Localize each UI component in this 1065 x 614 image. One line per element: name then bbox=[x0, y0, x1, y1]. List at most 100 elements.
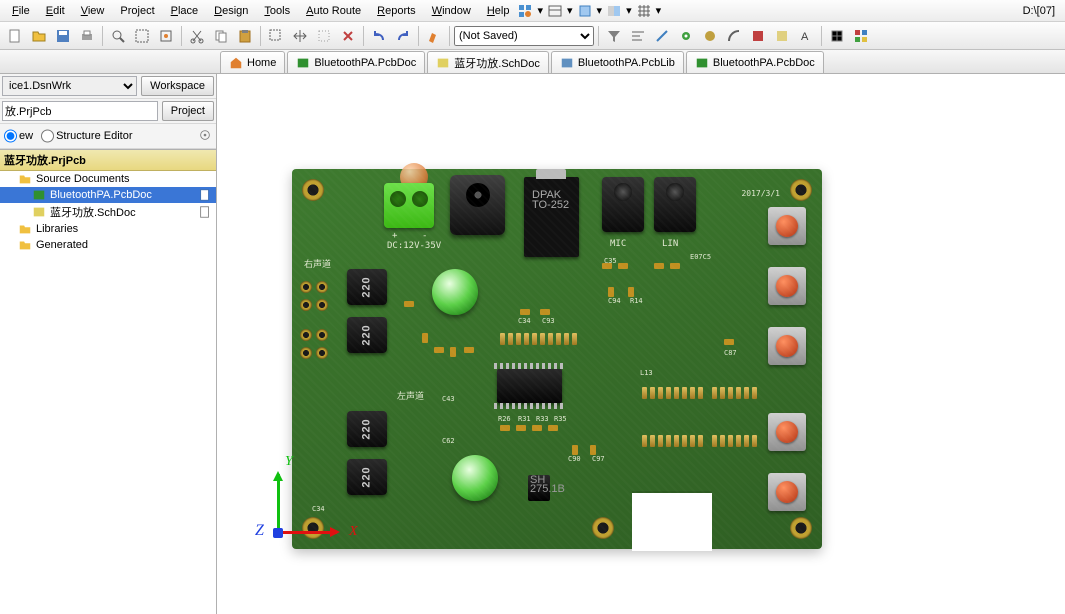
th-pad bbox=[300, 299, 312, 311]
audio-jack-mic bbox=[602, 177, 644, 232]
smd-component bbox=[654, 263, 664, 269]
radio-file-view[interactable]: ew bbox=[4, 126, 33, 146]
menu-view[interactable]: View bbox=[73, 3, 113, 19]
tab-home[interactable]: Home bbox=[220, 51, 285, 73]
menu-extra-icon-3[interactable] bbox=[577, 3, 593, 19]
redo-button[interactable] bbox=[392, 25, 414, 47]
voltage-regulator: DPAKTO-252 bbox=[524, 177, 579, 257]
tab-pcblib[interactable]: BluetoothPA.PcbLib bbox=[551, 51, 684, 73]
place-pad-button[interactable] bbox=[699, 25, 721, 47]
filter-button[interactable] bbox=[603, 25, 625, 47]
deselect-button[interactable] bbox=[313, 25, 335, 47]
save-button[interactable] bbox=[52, 25, 74, 47]
silk-right-channel: 右声道 bbox=[304, 257, 331, 270]
smd-component bbox=[422, 333, 428, 343]
smd-component bbox=[724, 339, 734, 345]
main-toolbar: (Not Saved) A bbox=[0, 22, 1065, 50]
project-field[interactable] bbox=[2, 101, 158, 121]
place-arc-button[interactable] bbox=[723, 25, 745, 47]
silk-plus: + bbox=[392, 231, 397, 241]
smd-component bbox=[450, 347, 456, 357]
new-button[interactable] bbox=[4, 25, 26, 47]
tree-libraries[interactable]: Libraries bbox=[0, 221, 216, 237]
project-button[interactable]: Project bbox=[162, 101, 214, 121]
silk-c87: C87 bbox=[724, 349, 737, 357]
module-pads bbox=[642, 435, 703, 447]
tree-project-header[interactable]: 蓝牙功放.PrjPcb bbox=[0, 150, 216, 171]
board-notch bbox=[632, 491, 712, 551]
panel-options-icon[interactable] bbox=[198, 133, 212, 145]
undo-button[interactable] bbox=[368, 25, 390, 47]
menu-edit[interactable]: Edit bbox=[38, 3, 73, 19]
tab-pcbdoc-2[interactable]: BluetoothPA.PcbDoc bbox=[686, 51, 824, 73]
smd-component bbox=[670, 263, 680, 269]
th-pad bbox=[300, 281, 312, 293]
smd-component bbox=[572, 445, 578, 455]
silk-minus: - bbox=[422, 231, 427, 241]
menu-tools[interactable]: Tools bbox=[256, 3, 298, 19]
grid-button[interactable] bbox=[826, 25, 848, 47]
print-button[interactable] bbox=[76, 25, 98, 47]
smd-component bbox=[602, 263, 612, 269]
menu-reports[interactable]: Reports bbox=[369, 3, 424, 19]
th-pad bbox=[316, 329, 328, 341]
menu-window[interactable]: Window bbox=[424, 3, 479, 19]
zoom-select-button[interactable] bbox=[155, 25, 177, 47]
tree-pcbdoc[interactable]: BluetoothPA.PcbDoc bbox=[0, 187, 216, 203]
zoom-fit-button[interactable] bbox=[131, 25, 153, 47]
zoom-window-button[interactable] bbox=[107, 25, 129, 47]
workspace-combo[interactable]: ice1.DsnWrk bbox=[2, 76, 137, 96]
menu-autoroute[interactable]: Auto Route bbox=[298, 3, 369, 19]
mounting-hole bbox=[592, 517, 614, 539]
silk-e07c5: E07C5 bbox=[690, 253, 711, 261]
pcb-3d-view[interactable]: DPAKTO-252 + - DC:12V-35V 右声道 左声道 MIC LI… bbox=[217, 74, 1065, 614]
electrolytic-cap bbox=[452, 455, 498, 501]
menu-extra-icon-4[interactable] bbox=[606, 3, 622, 19]
smd-component bbox=[464, 347, 474, 353]
tree-schdoc[interactable]: 蓝牙功放.SchDoc bbox=[0, 203, 216, 221]
clear-button[interactable] bbox=[337, 25, 359, 47]
cross-probe-button[interactable] bbox=[423, 25, 445, 47]
menu-place[interactable]: Place bbox=[163, 3, 207, 19]
svg-text:A: A bbox=[801, 31, 809, 43]
align-button[interactable] bbox=[627, 25, 649, 47]
place-fill-button[interactable] bbox=[747, 25, 769, 47]
grid-icon[interactable] bbox=[636, 3, 652, 19]
cut-button[interactable] bbox=[186, 25, 208, 47]
place-line-button[interactable] bbox=[651, 25, 673, 47]
tab-pcbdoc-1[interactable]: BluetoothPA.PcbDoc bbox=[287, 51, 425, 73]
doc-status-icon bbox=[198, 188, 212, 202]
layers-button[interactable] bbox=[850, 25, 872, 47]
silk-c43: C43 bbox=[442, 395, 455, 403]
inductor: 220 bbox=[347, 317, 387, 353]
saved-combo[interactable]: (Not Saved) bbox=[454, 26, 594, 46]
workspace-button[interactable]: Workspace bbox=[141, 76, 214, 96]
copy-button[interactable] bbox=[210, 25, 232, 47]
smd-component bbox=[590, 445, 596, 455]
radio-structure[interactable]: Structure Editor bbox=[41, 126, 132, 146]
tree-generated[interactable]: Generated bbox=[0, 237, 216, 253]
th-pad bbox=[316, 299, 328, 311]
silk-c34-2: C34 bbox=[312, 505, 325, 513]
place-poly-button[interactable] bbox=[771, 25, 793, 47]
open-button[interactable] bbox=[28, 25, 50, 47]
silk-r26: R26 bbox=[498, 415, 511, 423]
place-via-button[interactable] bbox=[675, 25, 697, 47]
paste-button[interactable] bbox=[234, 25, 256, 47]
silk-mic: MIC bbox=[610, 239, 626, 249]
tact-switch bbox=[768, 413, 806, 451]
place-string-button[interactable]: A bbox=[795, 25, 817, 47]
menu-file[interactable]: File bbox=[4, 3, 38, 19]
silk-r33: R33 bbox=[536, 415, 549, 423]
silk-left-channel: 左声道 bbox=[397, 389, 424, 402]
tab-schdoc[interactable]: 蓝牙功放.SchDoc bbox=[427, 51, 549, 73]
select-button[interactable] bbox=[265, 25, 287, 47]
mounting-hole bbox=[302, 179, 324, 201]
tree-source-documents[interactable]: Source Documents bbox=[0, 171, 216, 187]
move-button[interactable] bbox=[289, 25, 311, 47]
menu-help[interactable]: Help bbox=[479, 3, 518, 19]
menu-extra-icon-2[interactable] bbox=[547, 3, 563, 19]
menu-design[interactable]: Design bbox=[206, 3, 256, 19]
menu-extra-icon-1[interactable] bbox=[517, 3, 533, 19]
menu-project[interactable]: Project bbox=[112, 3, 162, 19]
